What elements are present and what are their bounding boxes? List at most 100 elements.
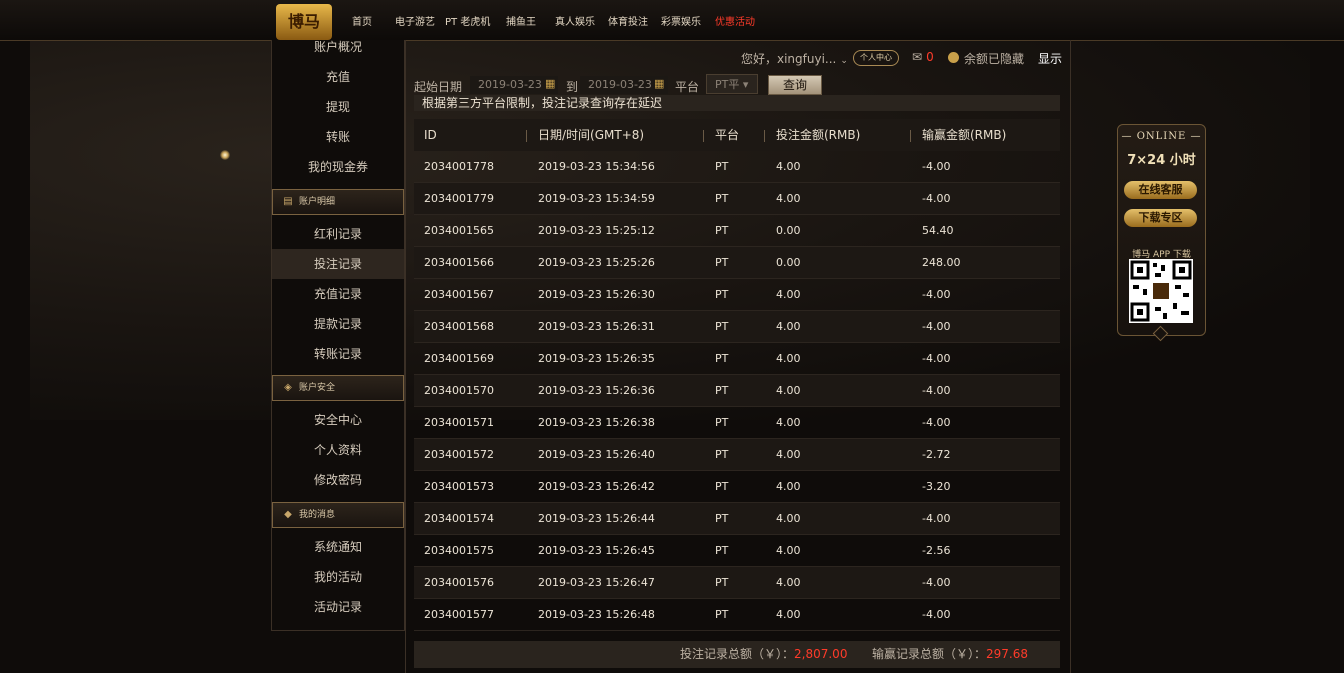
sidebar-item-withdraw-records[interactable]: 提款记录: [272, 309, 404, 339]
delay-notice: 根据第三方平台限制，投注记录查询存在延迟: [414, 95, 1060, 111]
cell-id: 2034001778: [424, 160, 494, 173]
section-my-messages: ◆ 我的消息: [272, 502, 404, 528]
cell-datetime: 2019-03-23 15:26:40: [538, 448, 655, 461]
win-total-value: 297.68: [986, 647, 1029, 661]
query-button[interactable]: 查询: [768, 75, 822, 95]
cell-platform: PT: [715, 416, 729, 429]
calendar-icon[interactable]: ▦: [654, 77, 664, 90]
show-balance-button[interactable]: 显示: [1038, 50, 1062, 67]
col-win-loss: 输赢金额(RMB): [922, 128, 1007, 142]
column-divider: [703, 130, 704, 142]
col-datetime: 日期/时间(GMT+8): [538, 128, 645, 142]
sidebar-item-change-password[interactable]: 修改密码: [272, 465, 404, 495]
main-panel: 您好，xingfuyi... ⌄ 个人中心 ✉ 0 余额已隐藏 显示 起始日期 20…: [405, 40, 1071, 673]
section-title: 账户明细: [299, 197, 336, 207]
cell-platform: PT: [715, 352, 729, 365]
cell-id: 2034001574: [424, 512, 494, 525]
cell-win-loss: -4.00: [922, 384, 951, 397]
cell-bet-amount: 4.00: [776, 512, 801, 525]
cell-win-loss: -4.00: [922, 160, 951, 173]
sidebar-item-profile[interactable]: 个人资料: [272, 435, 404, 465]
sidebar-item-system-notice[interactable]: 系统通知: [272, 532, 404, 562]
bet-total-label: 投注记录总额（￥）：: [680, 647, 795, 661]
cell-platform: PT: [715, 608, 729, 621]
cell-bet-amount: 4.00: [776, 416, 801, 429]
platform-label: 平台: [675, 80, 700, 94]
diamond-icon: ◆: [284, 509, 292, 520]
filter-bar: 起始日期 2019-03-23 ▦ 到 2019-03-23 ▦ 平台 PT平 …: [414, 74, 1064, 95]
column-divider: [910, 130, 911, 142]
cell-datetime: 2019-03-23 15:25:26: [538, 256, 655, 269]
sidebar-item-bonus-records[interactable]: 红利记录: [272, 219, 404, 249]
cell-id: 2034001566: [424, 256, 494, 269]
sidebar-item-withdraw[interactable]: 提现: [272, 92, 404, 122]
nav-slots[interactable]: 电子游艺: [395, 13, 435, 28]
cell-platform: PT: [715, 384, 729, 397]
cell-platform: PT: [715, 288, 729, 301]
sidebar-item-activity-records[interactable]: 活动记录: [272, 592, 404, 622]
nav-live[interactable]: 真人娱乐: [555, 13, 595, 28]
col-id: ID: [424, 128, 437, 142]
bet-records-table: ID 日期/时间(GMT+8) 平台 投注金额(RMB) 输赢金额(RMB) 2…: [414, 119, 1060, 631]
chevron-down-icon: ⌄: [840, 56, 848, 66]
bet-total-value: 2,807.00: [794, 647, 848, 661]
section-title: 账户安全: [299, 383, 336, 393]
sidebar-item-coupons[interactable]: 我的现金券: [272, 152, 404, 182]
cell-platform: PT: [715, 224, 729, 237]
nav-lottery[interactable]: 彩票娱乐: [661, 13, 701, 28]
cell-bet-amount: 0.00: [776, 256, 801, 269]
cell-datetime: 2019-03-23 15:26:38: [538, 416, 655, 429]
top-nav-bar: 博马 首页 电子游艺 PT 老虎机 捕鱼王 真人娱乐 体育投注 彩票娱乐 优惠活…: [0, 0, 1344, 41]
cell-id: 2034001779: [424, 192, 494, 205]
cell-win-loss: -2.56: [922, 544, 951, 557]
calendar-icon[interactable]: ▦: [545, 77, 555, 90]
cell-id: 2034001569: [424, 352, 494, 365]
sidebar-item-overview[interactable]: 账户概况: [272, 32, 404, 62]
cell-platform: PT: [715, 576, 729, 589]
download-button[interactable]: 下载专区: [1124, 209, 1197, 227]
shield-icon: ◈: [284, 382, 292, 393]
sidebar-item-security-center[interactable]: 安全中心: [272, 405, 404, 435]
cell-bet-amount: 4.00: [776, 192, 801, 205]
nav-promotions[interactable]: 优惠活动: [715, 13, 755, 28]
cell-platform: PT: [715, 448, 729, 461]
cell-platform: PT: [715, 480, 729, 493]
service-widget: — ONLINE — 7×24 小时 在线客服 下载专区 博马 APP 下载: [1117, 124, 1206, 336]
nav-home[interactable]: 首页: [352, 13, 372, 28]
totals-bar: 投注记录总额（￥）：2,807.00 输赢记录总额（￥）：297.68: [414, 641, 1060, 668]
account-sidebar: 账户概况 充值 提现 转账 我的现金券 ▤ 账户明细 红利记录 投注记录 充值记录…: [271, 40, 405, 631]
win-total-label: 输赢记录总额（￥）：: [872, 647, 987, 661]
cell-bet-amount: 4.00: [776, 448, 801, 461]
nav-pt-slots[interactable]: PT 老虎机: [445, 13, 490, 28]
cell-id: 2034001576: [424, 576, 494, 589]
cell-bet-amount: 4.00: [776, 352, 801, 365]
personal-center-button[interactable]: 个人中心: [853, 50, 899, 66]
cell-bet-amount: 0.00: [776, 224, 801, 237]
cell-id: 2034001577: [424, 608, 494, 621]
sidebar-item-my-activities[interactable]: 我的活动: [272, 562, 404, 592]
sidebar-item-transfer-records[interactable]: 转账记录: [272, 339, 404, 369]
table-row: 2034001568 2019-03-23 15:26:31 PT 4.00 -4.00: [414, 311, 1060, 343]
cell-id: 2034001572: [424, 448, 494, 461]
cell-win-loss: 248.00: [922, 256, 961, 269]
table-row: 2034001570 2019-03-23 15:26:36 PT 4.00 -4.00: [414, 375, 1060, 407]
qr-code-icon: [1129, 259, 1193, 323]
sidebar-item-bet-records[interactable]: 投注记录: [272, 249, 404, 279]
user-bar: 您好，xingfuyi... ⌄ 个人中心 ✉ 0 余额已隐藏 显示: [406, 48, 1070, 68]
sidebar-item-deposit[interactable]: 充值: [272, 62, 404, 92]
live-chat-button[interactable]: 在线客服: [1124, 181, 1197, 199]
column-divider: [526, 130, 527, 142]
mail-button[interactable]: ✉ 0: [912, 50, 934, 64]
nav-sports[interactable]: 体育投注: [608, 13, 648, 28]
sidebar-item-deposit-records[interactable]: 充值记录: [272, 279, 404, 309]
table-row: 2034001565 2019-03-23 15:25:12 PT 0.00 54.40: [414, 215, 1060, 247]
table-row: 2034001577 2019-03-23 15:26:48 PT 4.00 -4.00: [414, 599, 1060, 631]
user-greeting[interactable]: 您好，xingfuyi... ⌄: [741, 50, 848, 67]
platform-select[interactable]: PT平 ▾: [706, 74, 758, 94]
sidebar-item-transfer[interactable]: 转账: [272, 122, 404, 152]
cell-datetime: 2019-03-23 15:26:36: [538, 384, 655, 397]
dropdown-arrow-icon: ▾: [742, 78, 749, 91]
cell-platform: PT: [715, 160, 729, 173]
cell-datetime: 2019-03-23 15:34:56: [538, 160, 655, 173]
nav-fishing[interactable]: 捕鱼王: [506, 13, 536, 28]
